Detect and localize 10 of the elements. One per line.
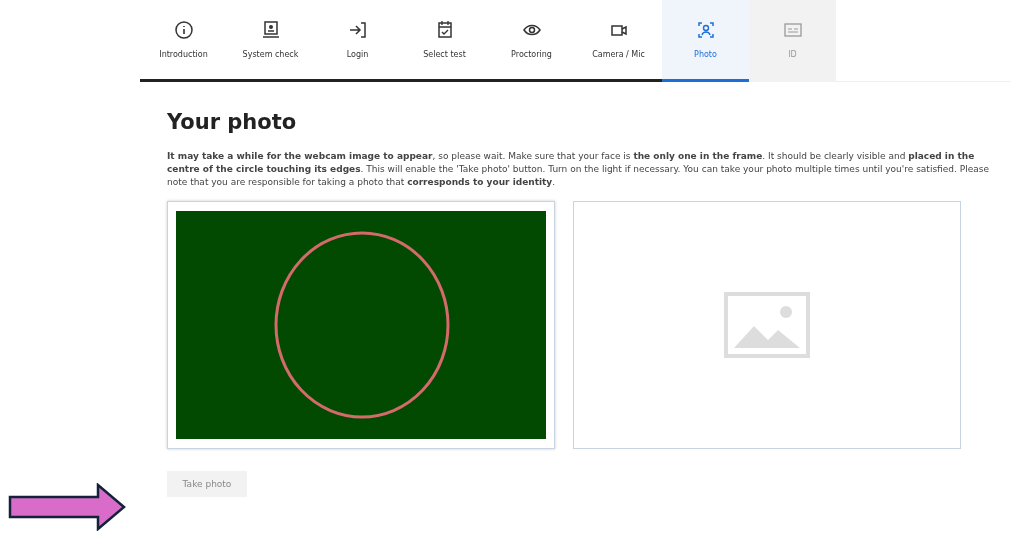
face-scan-icon	[695, 20, 716, 40]
image-placeholder-icon	[724, 292, 810, 358]
login-icon	[347, 20, 368, 40]
id-card-icon	[782, 20, 803, 40]
page-heading: Your photo	[167, 110, 298, 134]
step-tab[interactable]: Photo	[662, 0, 749, 82]
instructions-text: It may take a while for the webcam image to appear, so please wait. Make sure that your face is the only one in the frame. It should be clearly visible and placed in the centre of the circle touching its edges. This will enable the 'Take photo' button. Turn on the light if necessary. You can take your photo multiple times until you're satisfied. Please note that you are responsible for taking a photo that corresponds to your identity.	[167, 150, 990, 189]
info-icon	[173, 20, 194, 40]
arrow-icon	[8, 483, 126, 531]
monitor-icon	[260, 20, 281, 40]
